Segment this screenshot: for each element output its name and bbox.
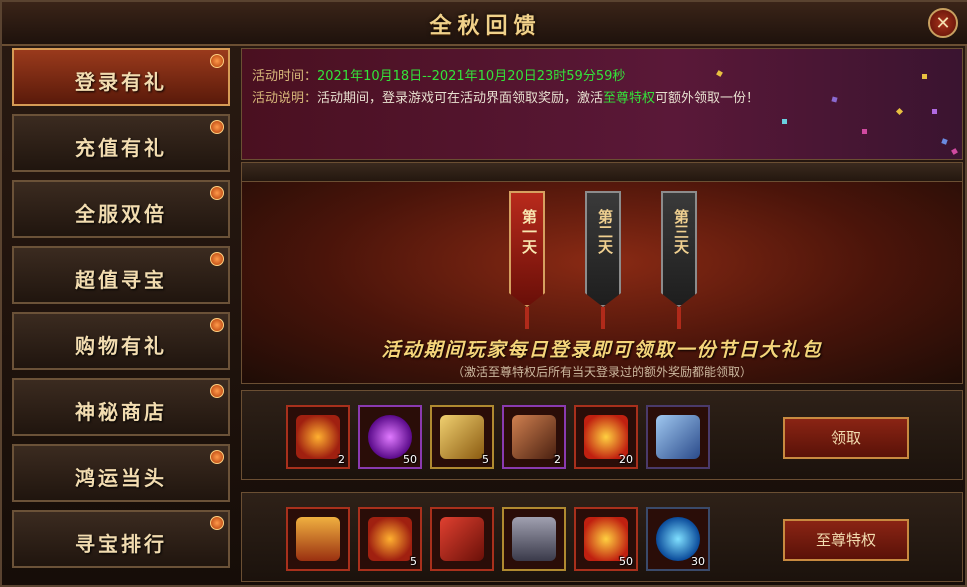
reward-row-privilege: 5 50 30 至尊特权 xyxy=(241,492,963,582)
sidebar-item-label: 鸿运当头 xyxy=(75,466,167,490)
event-headline: 活动期间玩家每日登录即可领取一份节日大礼包 xyxy=(381,339,823,361)
sidebar-item-hunt-ranking[interactable]: 寻宝排行 xyxy=(12,510,230,568)
notification-dot-icon xyxy=(210,450,224,464)
day-banner-1[interactable]: 第一天 xyxy=(509,191,545,307)
sidebar-item-label: 充值有礼 xyxy=(75,136,167,160)
confetti-decoration xyxy=(895,107,904,116)
day-banner-2[interactable]: 第二天 xyxy=(585,191,621,307)
daily-login-panel: 第一天 第二天 第三天 活动期间玩家每日登录即可领取一份节日大礼包 （激活至尊特… xyxy=(241,162,963,384)
blue-scroll-icon[interactable] xyxy=(646,405,710,469)
confetti-decoration xyxy=(932,109,937,114)
item-art xyxy=(440,415,484,459)
close-icon[interactable]: ✕ xyxy=(928,8,958,38)
day-banner-3[interactable]: 第三天 xyxy=(661,191,697,307)
notification-dot-icon xyxy=(210,54,224,68)
window-title: 全秋回馈 xyxy=(429,13,542,39)
iron-chest-icon[interactable] xyxy=(502,507,566,571)
item-qty: 5 xyxy=(410,555,417,568)
reward-token-icon[interactable]: 20 xyxy=(574,405,638,469)
notification-dot-icon xyxy=(210,120,224,134)
event-time-label: 活动时间： xyxy=(252,69,318,84)
sidebar-item-good-fortune[interactable]: 鸿运当头 xyxy=(12,444,230,502)
item-art xyxy=(656,415,700,459)
sidebar-item-label: 购物有礼 xyxy=(75,334,167,358)
golden-axe-icon[interactable]: 2 xyxy=(286,405,350,469)
supreme-privilege-link[interactable]: 至尊特权 xyxy=(603,91,655,106)
event-info-panel: 活动时间：2021年10月18日--2021年10月20日23时59分59秒 活… xyxy=(241,48,963,160)
notification-dot-icon xyxy=(210,318,224,332)
title-bar: 全秋回馈 ✕ xyxy=(2,2,967,46)
notification-dot-icon xyxy=(210,384,224,398)
event-subline: （激活至尊特权后所有当天登录过的额外奖励都能领取） xyxy=(451,365,752,379)
notification-dot-icon xyxy=(210,252,224,266)
event-window: 全秋回馈 ✕ 登录有礼 充值有礼 全服双倍 超值寻宝 购物有礼 神秘商店 鸿运当 xyxy=(0,0,967,587)
purple-orb-icon[interactable]: 50 xyxy=(358,405,422,469)
item-qty: 2 xyxy=(338,453,345,466)
event-desc-label: 活动说明： xyxy=(252,91,318,106)
scroll-bundle-icon[interactable]: 2 xyxy=(502,405,566,469)
confetti-decoration xyxy=(922,74,927,79)
item-art xyxy=(440,517,484,561)
confetti-decoration xyxy=(862,129,867,134)
event-desc-text-end: 可额外领取一份！ xyxy=(655,91,760,106)
treasure-chest-icon[interactable] xyxy=(286,507,350,571)
confetti-decoration xyxy=(716,70,723,77)
reward-row-normal: 2 50 5 2 20 领取 xyxy=(241,390,963,480)
supreme-privilege-button[interactable]: 至尊特权 xyxy=(783,519,909,561)
notification-dot-icon xyxy=(210,516,224,530)
confetti-decoration xyxy=(782,119,787,124)
confetti-decoration xyxy=(831,96,838,103)
day-banner-label: 第二天 xyxy=(596,209,614,254)
day-banner-label: 第一天 xyxy=(520,209,538,254)
sidebar-item-treasure-hunt[interactable]: 超值寻宝 xyxy=(12,246,230,304)
blue-orb-icon[interactable]: 30 xyxy=(646,507,710,571)
item-art xyxy=(368,517,412,561)
sidebar-item-login-gift[interactable]: 登录有礼 xyxy=(12,48,230,106)
sidebar-item-server-double[interactable]: 全服双倍 xyxy=(12,180,230,238)
item-qty: 2 xyxy=(554,453,561,466)
item-art xyxy=(512,415,556,459)
sidebar-item-shopping-gift[interactable]: 购物有礼 xyxy=(12,312,230,370)
event-desc-line: 活动说明：活动期间，登录游戏可在活动界面领取奖励，激活至尊特权可额外领取一份！ xyxy=(252,87,759,106)
confetti-decoration xyxy=(941,138,948,145)
item-qty: 5 xyxy=(482,453,489,466)
sidebar: 登录有礼 充值有礼 全服双倍 超值寻宝 购物有礼 神秘商店 鸿运当头 寻宝排行 xyxy=(8,48,232,584)
item-qty: 50 xyxy=(619,555,633,568)
tassel-decoration xyxy=(601,307,605,329)
item-qty: 20 xyxy=(619,453,633,466)
sidebar-item-label: 神秘商店 xyxy=(75,400,167,424)
reward-token-icon[interactable]: 50 xyxy=(574,507,638,571)
tassel-decoration xyxy=(677,307,681,329)
confetti-decoration xyxy=(951,148,958,155)
sidebar-item-label: 超值寻宝 xyxy=(75,268,167,292)
notification-dot-icon xyxy=(210,186,224,200)
event-time-line: 活动时间：2021年10月18日--2021年10月20日23时59分59秒 xyxy=(252,65,625,84)
item-art xyxy=(296,415,340,459)
claim-button[interactable]: 领取 xyxy=(783,417,909,459)
event-time-value: 2021年10月18日--2021年10月20日23时59分59秒 xyxy=(317,69,626,84)
tassel-decoration xyxy=(525,307,529,329)
sidebar-item-label: 全服双倍 xyxy=(75,202,167,226)
event-desc-text: 活动期间，登录游戏可在活动界面领取奖励，激活 xyxy=(317,91,604,106)
sidebar-item-label: 登录有礼 xyxy=(75,70,167,94)
item-art xyxy=(512,517,556,561)
golden-axe-icon[interactable]: 5 xyxy=(358,507,422,571)
horn-icon[interactable]: 5 xyxy=(430,405,494,469)
red-scroll-icon[interactable] xyxy=(430,507,494,571)
decorative-strip xyxy=(242,163,962,182)
item-qty: 30 xyxy=(691,555,705,568)
sidebar-item-mystery-shop[interactable]: 神秘商店 xyxy=(12,378,230,436)
sidebar-item-label: 寻宝排行 xyxy=(75,532,167,556)
sidebar-item-recharge-gift[interactable]: 充值有礼 xyxy=(12,114,230,172)
day-banner-label: 第三天 xyxy=(672,209,690,254)
item-qty: 50 xyxy=(403,453,417,466)
item-art xyxy=(296,517,340,561)
